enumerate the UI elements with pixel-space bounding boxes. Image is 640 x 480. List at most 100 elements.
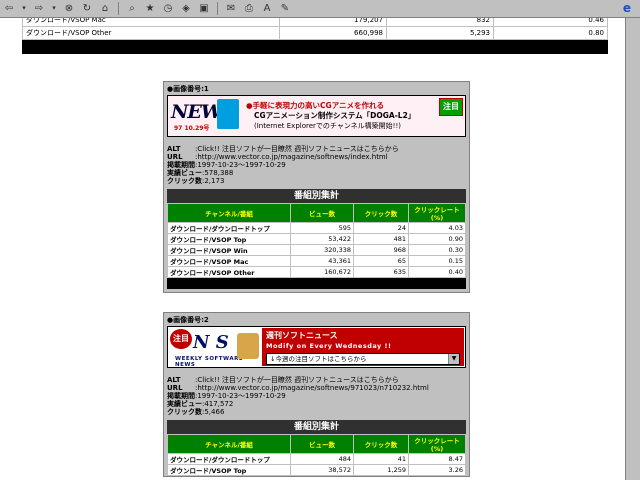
table-row: ダウンロード/VSOP Other 160,672 635 0.40: [167, 266, 466, 278]
table-header-row: チャンネル/番組 ビュー数 クリック数 クリックレート(%): [167, 434, 466, 454]
dropdown-arrow-icon[interactable]: ▼: [448, 354, 459, 364]
softnews-logo: 注目 N S WEEKLY SOFTWARE NEWS: [169, 328, 261, 367]
rate-cell: 0.30: [408, 244, 466, 256]
toolbar-separator: [118, 2, 119, 15]
fullscreen-icon[interactable]: ▣: [197, 2, 211, 15]
mail-icon[interactable]: ✉: [224, 2, 238, 15]
table-row: ダウンロード/VSOP Other 660,998 5,293 0.80: [22, 26, 608, 40]
mascot-icon: [217, 99, 239, 129]
softnews-banner-ad[interactable]: 注目 N S WEEKLY SOFTWARE NEWS 週刊ソフトニュース Mo…: [167, 326, 466, 368]
column-header: チャンネル/番組: [167, 434, 291, 454]
views-cell: 43,361: [290, 255, 354, 267]
clicks-value: :5,466: [202, 408, 225, 416]
font-icon[interactable]: A: [260, 2, 274, 15]
banner-subheadline: CGアニメーション制作システム「DOGA-L2」: [254, 111, 416, 120]
column-header: クリック数: [353, 203, 409, 223]
alt-key: ALT: [167, 145, 181, 153]
rate-cell: 0.15: [408, 255, 466, 267]
banner-headline: 週刊ソフトニュース: [266, 331, 338, 340]
banner-note: (Internet Explorerでのチャンネル構築開始!!): [254, 122, 402, 130]
table-row: ダウンロード/VSOP Top 38,572 1,259 3.26: [167, 464, 466, 476]
vertical-scrollbar[interactable]: [625, 18, 640, 480]
views-cell: 53,422: [290, 233, 354, 245]
page-content: ダウンロード/VSOP Mac 179,207 832 0.46 ダウンロード/…: [0, 18, 626, 480]
views-key: 実績ビュー: [167, 400, 202, 408]
channel-cell: ダウンロード/VSOP Top: [167, 464, 291, 476]
views-value: :578,388: [202, 169, 234, 177]
column-header: ビュー数: [290, 203, 354, 223]
ie-logo-icon: e: [622, 1, 632, 15]
url-value: :http://www.vector.co.jp/magazine/softne…: [195, 153, 388, 161]
clicks-cell: 635: [353, 266, 409, 278]
home-icon[interactable]: ⌂: [98, 2, 112, 15]
alt-value: :Click!! 注目ソフトが一目瞭然 週刊ソフトニュースはこちらから: [195, 145, 399, 153]
table-row: ダウンロード/VSOP Top 53,422 481 0.90: [167, 233, 466, 245]
clicks-cell: 5,293: [386, 26, 494, 40]
clicks-key: クリック数: [167, 177, 202, 185]
period-key: 掲載期間: [167, 392, 195, 400]
edit-icon[interactable]: ✎: [278, 2, 292, 15]
table-footer-bar: [22, 40, 608, 54]
stats-table: チャンネル/番組 ビュー数 クリック数 クリックレート(%) ダウンロード/ダウ…: [167, 203, 466, 278]
clicks-key: クリック数: [167, 408, 202, 416]
rate-cell: 3.26: [408, 464, 466, 476]
featured-badge: 注目: [439, 98, 463, 116]
period-value: :1997-10-23～1997-10-29: [195, 392, 286, 400]
search-icon[interactable]: ⌕: [125, 2, 139, 15]
clicks-cell: 65: [353, 255, 409, 267]
channel-cell: ダウンロード/VSOP Other: [22, 26, 280, 40]
rate-cell: 0.46: [493, 18, 608, 27]
refresh-icon[interactable]: ↻: [80, 2, 94, 15]
clicks-cell: 481: [353, 233, 409, 245]
favorites-icon[interactable]: ★: [143, 2, 157, 15]
stop-icon[interactable]: ⊗: [62, 2, 76, 15]
table-row: ダウンロード/VSOP Mac 43,361 65 0.15: [167, 255, 466, 267]
clicks-cell: 41: [353, 453, 409, 465]
clicks-cell: 832: [386, 18, 494, 27]
views-value: :417,572: [202, 400, 234, 408]
table-header-row: チャンネル/番組 ビュー数 クリック数 クリックレート(%): [167, 203, 466, 223]
period-value: :1997-10-23～1997-10-29: [195, 161, 286, 169]
rate-cell: 8.47: [408, 453, 466, 465]
softnews-panel: 週刊ソフトニュース Modify on Every Wednesday !! ↓…: [262, 328, 464, 366]
banner-box-1: ●画像番号:1 NEWS 97 10.29号 ●手軽に表現力の高いCGアニメを作…: [163, 81, 470, 293]
news-banner-ad[interactable]: NEWS 97 10.29号 ●手軽に表現力の高いCGアニメを作れる CGアニメ…: [167, 95, 466, 137]
alt-key: ALT: [167, 376, 181, 384]
table-row: ダウンロード/ダウンロードトップ 595 24 4.03: [167, 222, 466, 234]
pick-select[interactable]: ↓今週の注目ソフトはこちらから ▼: [266, 353, 460, 365]
image-number-label: ●画像番号:1: [167, 85, 209, 93]
period-key: 掲載期間: [167, 161, 195, 169]
url-key: URL: [167, 153, 183, 161]
news-logo: NEWS 97 10.29号: [170, 99, 240, 132]
channel-cell: ダウンロード/VSOP Top: [167, 233, 291, 245]
views-cell: 660,998: [279, 26, 387, 40]
views-cell: 320,338: [290, 244, 354, 256]
back-icon[interactable]: ⇦: [2, 2, 16, 15]
toolbar-separator: [217, 2, 218, 15]
views-cell: 38,572: [290, 464, 354, 476]
dropdown-arrow-icon[interactable]: ▾: [50, 2, 58, 15]
banner-box-2: ●画像番号:2 注目 N S WEEKLY SOFTWARE NEWS 週刊ソフ…: [163, 312, 470, 477]
column-header: チャンネル/番組: [167, 203, 291, 223]
rate-cell: 0.80: [493, 26, 608, 40]
banner-meta: ALT :Click!! 注目ソフトが一目瞭然 週刊ソフトニュースはこちらから U…: [164, 137, 469, 189]
dropdown-arrow-icon[interactable]: ▾: [20, 2, 28, 15]
print-icon[interactable]: ⎙: [242, 2, 256, 15]
stats-title: 番組別集計: [167, 189, 466, 203]
rate-cell: 0.40: [408, 266, 466, 278]
table-row: ダウンロード/ダウンロードトップ 484 41 8.47: [167, 453, 466, 465]
views-cell: 595: [290, 222, 354, 234]
history-icon[interactable]: ◷: [161, 2, 175, 15]
top-stats-table: ダウンロード/VSOP Mac 179,207 832 0.46 ダウンロード/…: [22, 18, 608, 40]
logo-word: N S: [193, 332, 229, 353]
column-header: クリック数: [353, 434, 409, 454]
forward-icon[interactable]: ⇨: [32, 2, 46, 15]
column-header: ビュー数: [290, 434, 354, 454]
featured-badge: 注目: [170, 329, 192, 349]
channel-cell: ダウンロード/VSOP Mac: [167, 255, 291, 267]
channels-icon[interactable]: ◈: [179, 2, 193, 15]
stats-table: チャンネル/番組 ビュー数 クリック数 クリックレート(%) ダウンロード/ダウ…: [167, 434, 466, 476]
browser-toolbar: ⇦ ▾ ⇨ ▾ ⊗ ↻ ⌂ ⌕ ★ ◷ ◈ ▣ ✉ ⎙ A ✎ e: [0, 0, 640, 18]
rate-cell: 0.90: [408, 233, 466, 245]
views-cell: 484: [290, 453, 354, 465]
